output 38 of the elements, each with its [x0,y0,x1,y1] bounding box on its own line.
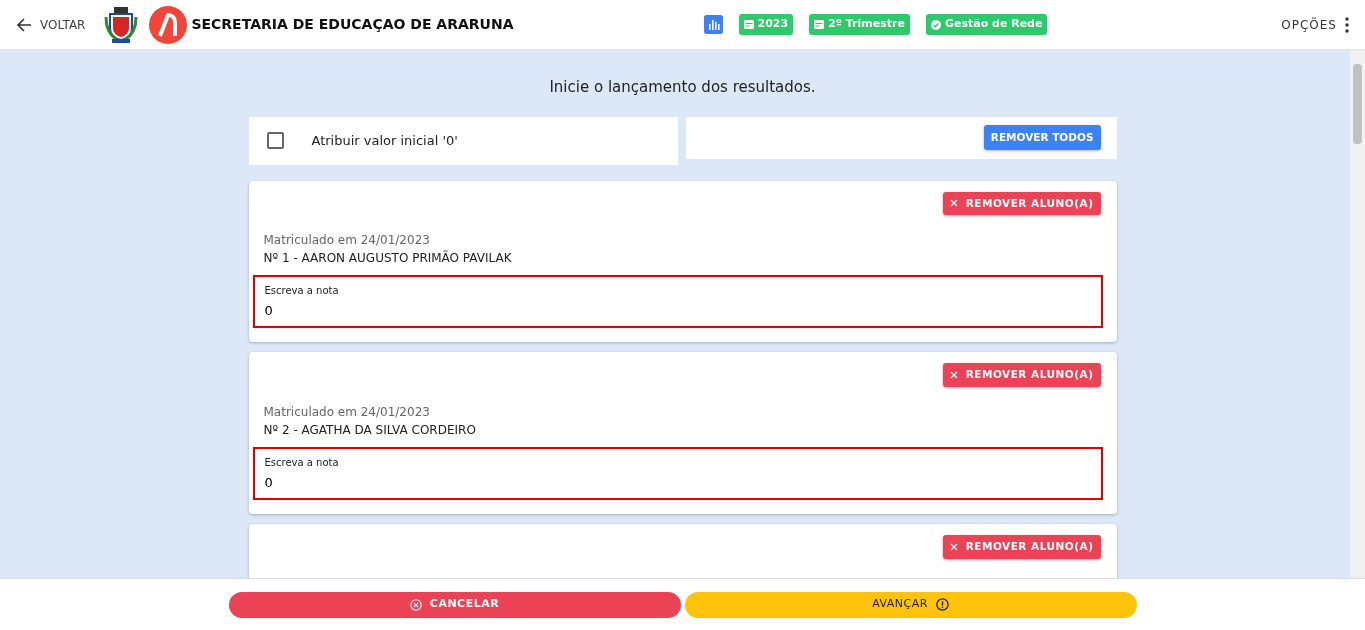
back-button[interactable]: VOLTAR [16,15,86,34]
grade-field[interactable]: Escreva a nota 0 [252,275,1103,329]
grade-input[interactable]: 0 [264,301,1091,321]
grade-input[interactable]: 0 [264,473,1091,493]
calendar-icon [743,20,754,29]
field-label: Escreva a nota [264,284,340,299]
scrollbar[interactable] [1350,50,1365,578]
close-circle-icon [409,598,422,611]
enrollment-date: Matriculado em 24/01/2023 [263,232,431,250]
close-icon [949,371,958,380]
filter-chip: Gestão de Rede [925,14,1048,35]
enrollment-date: Matriculado em 24/01/2023 [263,404,431,421]
student-name: Nº 2 - AGATHA DA SILVA CORDEIRO [263,422,477,439]
checkbox[interactable] [266,132,284,149]
remove-student-button[interactable]: REMOVER ALUNO(A) [942,191,1101,216]
student-name: Nº 1 - AARON AUGUSTO PRIMÃO PAVILAK [263,249,513,268]
intro-text: Inicie o lançamento dos resultados. [548,77,817,98]
check-circle-icon [930,19,941,30]
app-title: SECRETARIA DE EDUCAÇAO DE ARARUNA [191,15,514,34]
close-icon [949,199,958,208]
grade-field[interactable]: Escreva a nota 0 [252,447,1103,500]
more-vertical-icon [1345,16,1349,33]
back-arrow-icon [16,16,32,33]
filter-chip: 2023 [738,14,794,35]
bar-chart-icon[interactable] [703,15,723,34]
remove-student-button[interactable]: REMOVER ALUNO(A) [942,535,1101,559]
calendar-icon [814,20,825,29]
filter-chip: 2º Trimestre [809,14,910,35]
options-button[interactable]: OPÇÕES [1281,15,1349,34]
cancel-button[interactable]: CANCELAR [228,591,681,618]
field-label: Escreva a nota [264,456,340,470]
logo-icon [149,5,188,44]
checkbox-label: Atribuir valor inicial '0' [311,131,458,150]
close-icon [949,542,958,551]
remove-student-button[interactable]: REMOVER ALUNO(A) [942,363,1101,387]
remove-all-button[interactable]: REMOVER TODOS [983,124,1101,151]
next-button[interactable]: AVANÇAR [684,591,1137,618]
alert-circle-icon [935,598,949,611]
